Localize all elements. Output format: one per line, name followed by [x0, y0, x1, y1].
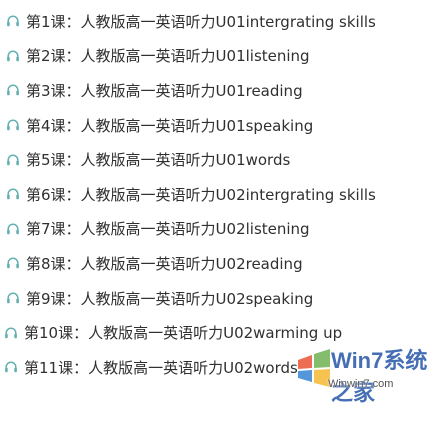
lesson-number: 第9课： — [26, 289, 81, 308]
headphone-icon — [6, 222, 20, 236]
lesson-number: 第3课： — [26, 81, 81, 100]
lesson-title[interactable]: 人教版高一英语听力U02words — [88, 357, 298, 378]
lesson-item-4[interactable]: 第4课： 人教版高一英语听力U01speaking — [0, 108, 437, 143]
lesson-title[interactable]: 人教版高一英语听力U01listening — [81, 45, 310, 66]
lesson-number: 第4课： — [26, 116, 81, 135]
lesson-number: 第7课： — [26, 220, 81, 239]
headphone-icon — [4, 326, 18, 340]
headphone-icon — [6, 256, 20, 270]
lesson-title[interactable]: 人教版高一英语听力U01speaking — [81, 115, 314, 136]
lesson-item-11[interactable]: 第11课： 人教版高一英语听力U02words — [0, 350, 437, 385]
lesson-item-1[interactable]: 第1课： 人教版高一英语听力U01intergrating skills — [0, 4, 437, 39]
lesson-item-5[interactable]: 第5课： 人教版高一英语听力U01words — [0, 142, 437, 177]
lesson-item-9[interactable]: 第9课： 人教版高一英语听力U02speaking — [0, 281, 437, 316]
lesson-item-7[interactable]: 第7课： 人教版高一英语听力U02listening — [0, 212, 437, 247]
lesson-title[interactable]: 人教版高一英语听力U02listening — [81, 218, 310, 239]
lesson-item-6[interactable]: 第6课： 人教版高一英语听力U02intergrating skills — [0, 177, 437, 212]
lesson-number: 第10课： — [24, 324, 89, 343]
headphone-icon — [6, 291, 20, 305]
lesson-number: 第2课： — [26, 47, 81, 66]
headphone-icon — [6, 49, 20, 63]
lesson-number: 第11课： — [24, 358, 89, 377]
lesson-title[interactable]: 人教版高一英语听力U02speaking — [81, 288, 314, 309]
lesson-item-2[interactable]: 第2课： 人教版高一英语听力U01listening — [0, 39, 437, 74]
lesson-number: 第6课： — [26, 185, 81, 204]
lesson-item-8[interactable]: 第8课： 人教版高一英语听力U02reading — [0, 246, 437, 281]
lesson-title[interactable]: 人教版高一英语听力U02warming up — [88, 322, 342, 343]
lesson-title[interactable]: 人教版高一英语听力U02intergrating skills — [81, 184, 376, 205]
headphone-icon — [6, 153, 20, 167]
lesson-item-3[interactable]: 第3课： 人教版高一英语听力U01reading — [0, 73, 437, 108]
lesson-list: 第1课： 人教版高一英语听力U01intergrating skills 第2课… — [0, 4, 437, 385]
lesson-number: 第8课： — [26, 254, 81, 273]
headphone-icon — [4, 360, 18, 374]
headphone-icon — [6, 118, 20, 132]
lesson-title[interactable]: 人教版高一英语听力U02reading — [81, 253, 303, 274]
headphone-icon — [6, 187, 20, 201]
lesson-item-10[interactable]: 第10课： 人教版高一英语听力U02warming up — [0, 315, 437, 350]
headphone-icon — [6, 83, 20, 97]
lesson-number: 第5课： — [26, 151, 81, 170]
headphone-icon — [6, 14, 20, 28]
lesson-title[interactable]: 人教版高一英语听力U01words — [81, 149, 291, 170]
lesson-number: 第1课： — [26, 12, 81, 31]
lesson-title[interactable]: 人教版高一英语听力U01intergrating skills — [81, 11, 376, 32]
lesson-title[interactable]: 人教版高一英语听力U01reading — [81, 80, 303, 101]
